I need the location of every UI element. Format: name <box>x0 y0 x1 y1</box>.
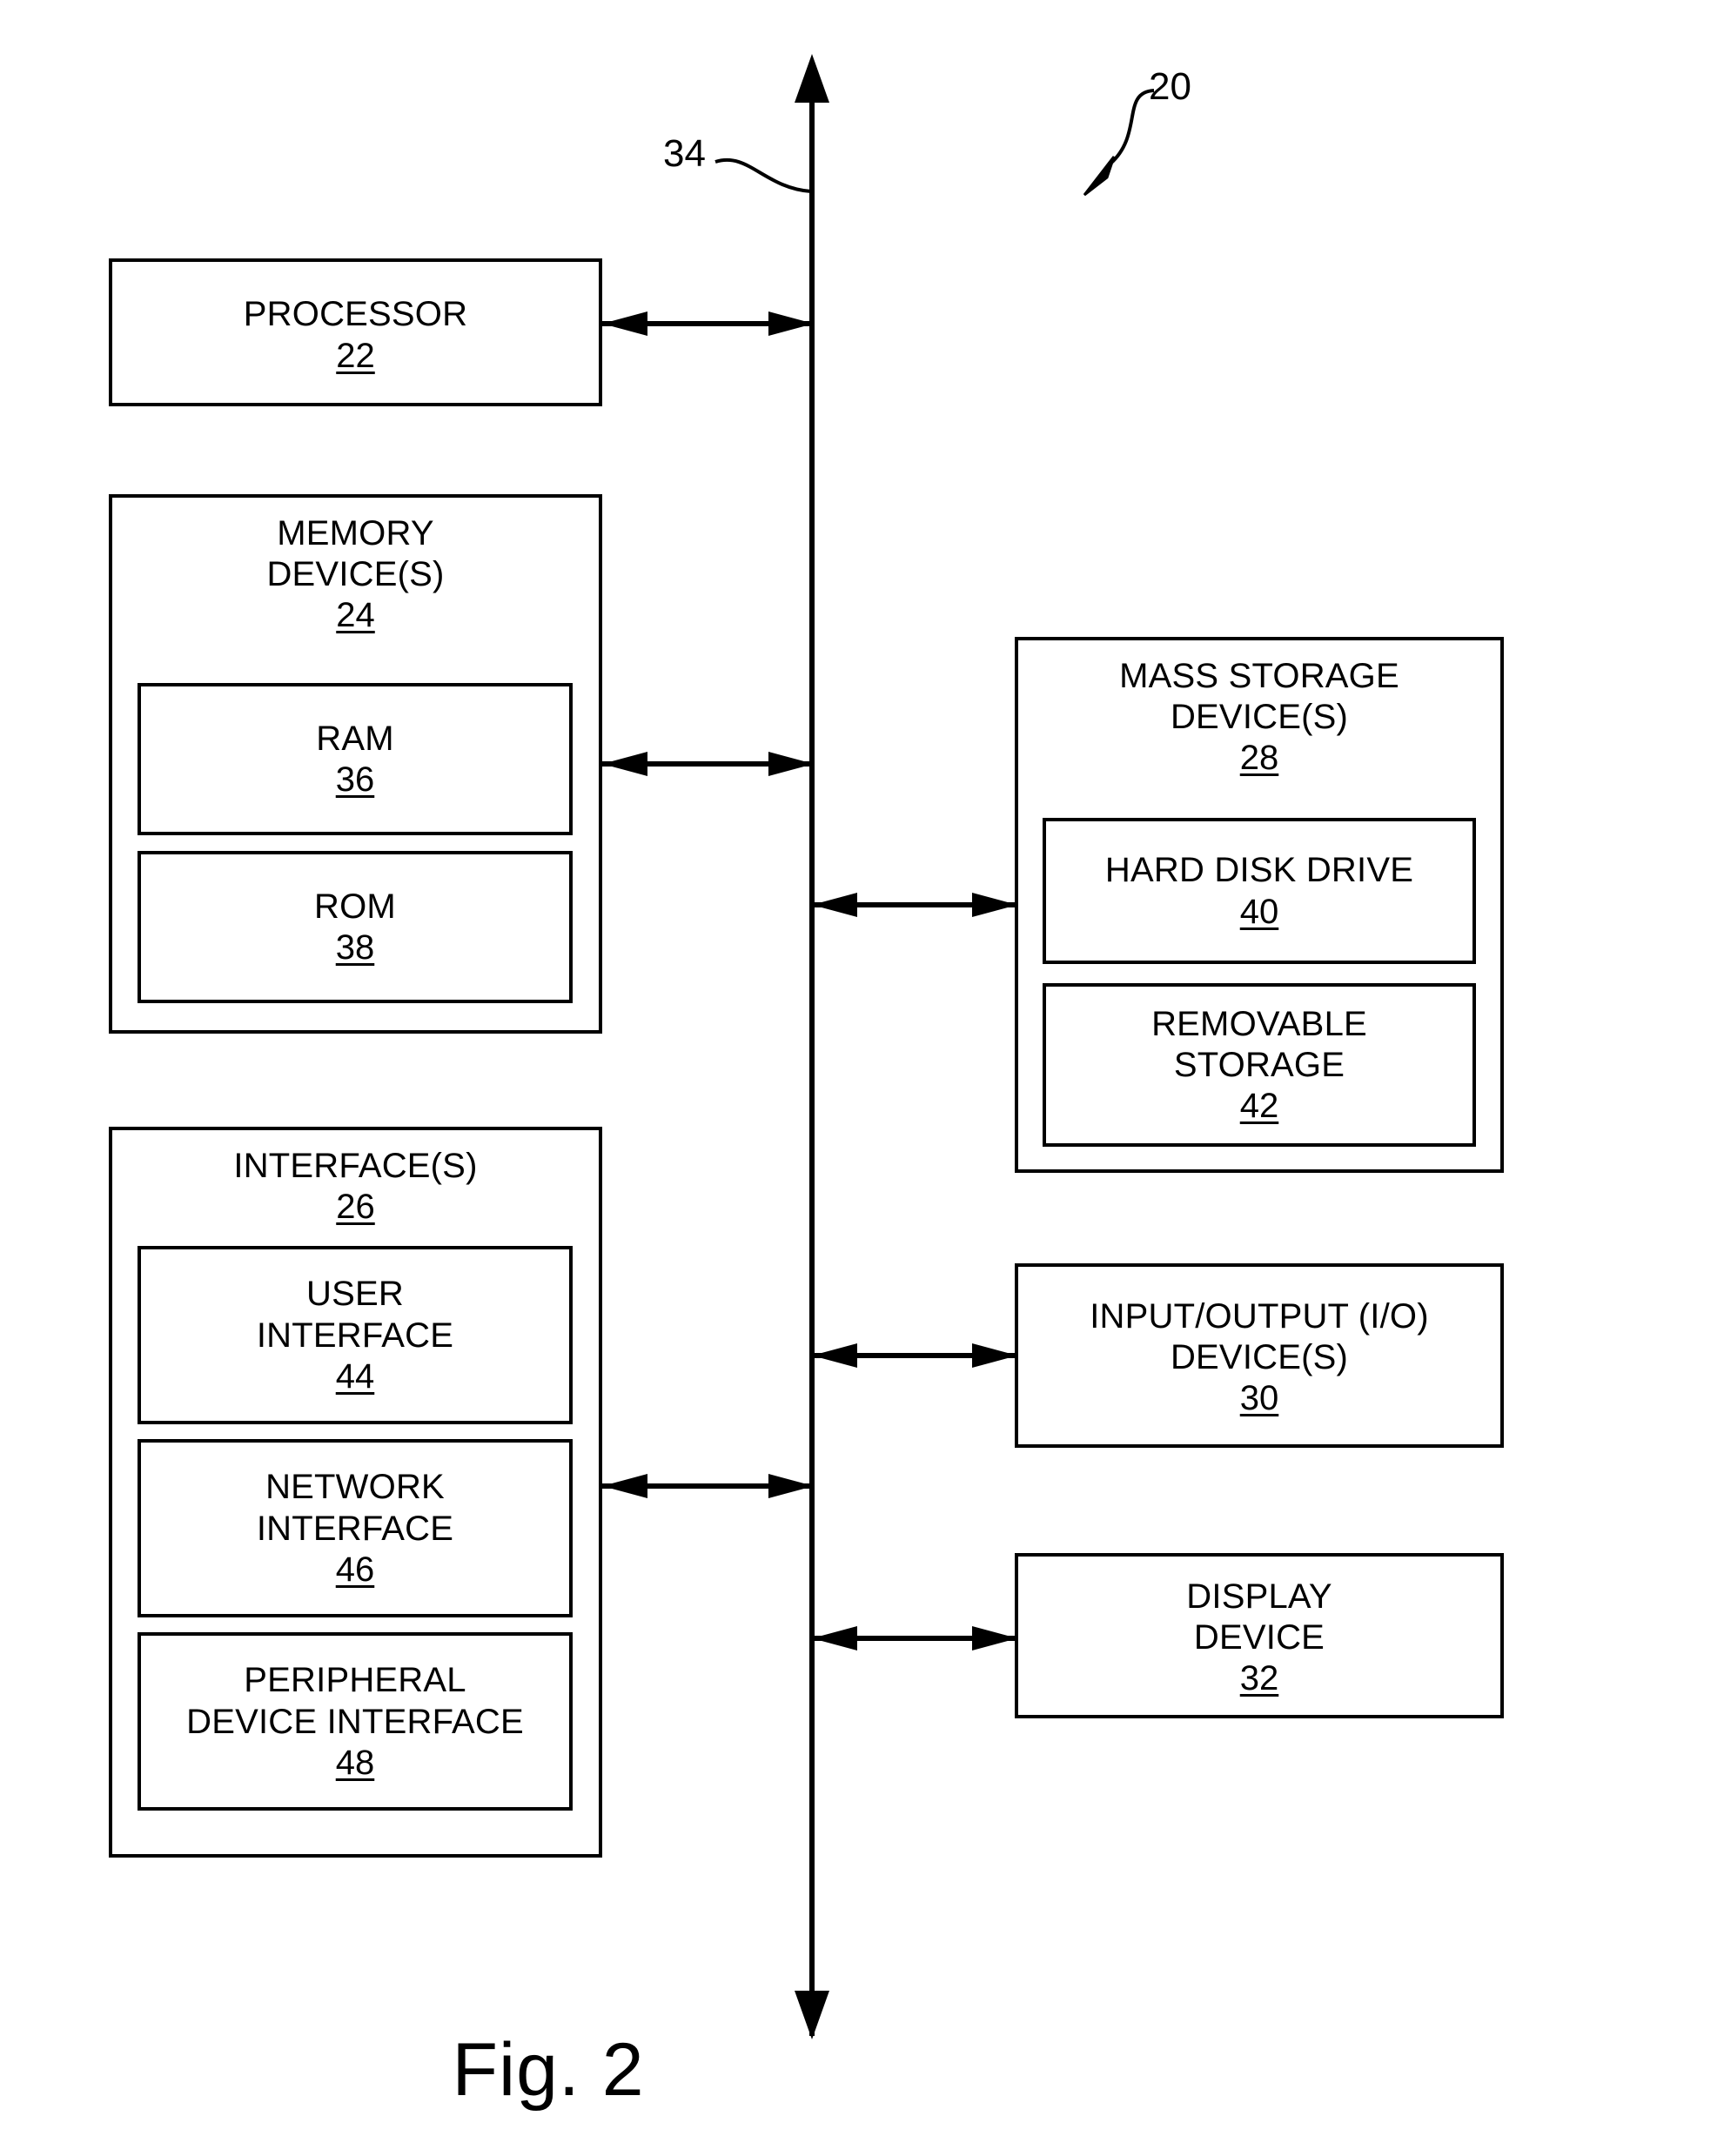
rom-block[interactable]: ROM 38 <box>138 851 573 1003</box>
arrowhead-right-icon <box>972 1343 1017 1368</box>
peripheral-device-interface-block[interactable]: PERIPHERAL DEVICE INTERFACE 48 <box>138 1632 573 1811</box>
processor-ref: 22 <box>336 336 375 375</box>
user-interface-ref: 44 <box>335 1356 375 1396</box>
arrowhead-left-icon <box>602 752 647 776</box>
arrowhead-left-icon <box>812 1626 857 1650</box>
display-device-block[interactable]: DISPLAY DEVICE 32 <box>1015 1553 1504 1718</box>
arrowhead-right-icon <box>768 752 814 776</box>
arrowhead-right-icon <box>768 311 814 336</box>
rom-title: ROM <box>314 887 396 926</box>
io-devices-block[interactable]: INPUT/OUTPUT (I/O) DEVICE(S) 30 <box>1015 1263 1504 1448</box>
hard-disk-drive-title: HARD DISK DRIVE <box>1104 851 1414 890</box>
interfaces-ref: 26 <box>336 1188 375 1227</box>
user-interface-title: USER INTERFACE <box>256 1275 454 1355</box>
network-interface-block[interactable]: NETWORK INTERFACE 46 <box>138 1439 573 1617</box>
ram-title: RAM <box>316 719 394 758</box>
peripheral-device-interface-ref: 48 <box>335 1743 375 1782</box>
display-device-title: DISPLAY DEVICE <box>1186 1577 1332 1657</box>
bus-leader-line <box>714 158 812 193</box>
interfaces-title: INTERFACE(S) <box>233 1147 478 1185</box>
interfaces-bus-connector <box>602 1474 814 1498</box>
display-device-ref: 32 <box>1239 1659 1279 1698</box>
memory-bus-connector <box>602 752 814 776</box>
processor-block[interactable]: PROCESSOR 22 <box>109 258 602 406</box>
arrowhead-right-icon <box>972 1626 1017 1650</box>
removable-storage-title: REMOVABLE STORAGE <box>1151 1004 1367 1084</box>
arrowhead-left-icon <box>602 311 647 336</box>
ram-block[interactable]: RAM 36 <box>138 683 573 835</box>
network-interface-ref: 46 <box>335 1550 375 1589</box>
system-leader-arrow <box>1083 89 1155 197</box>
arrowhead-right-icon <box>972 893 1017 917</box>
processor-title: PROCESSOR <box>243 295 468 334</box>
ram-ref: 36 <box>335 760 375 800</box>
bus-reference-label: 34 <box>663 132 706 175</box>
hard-disk-drive-block[interactable]: HARD DISK DRIVE 40 <box>1043 818 1476 964</box>
display-device-bus-connector <box>812 1626 1017 1650</box>
arrowhead-right-icon <box>768 1474 814 1498</box>
mass-storage-bus-connector <box>812 893 1017 917</box>
removable-storage-block[interactable]: REMOVABLE STORAGE 42 <box>1043 983 1476 1147</box>
figure-canvas: 34 20 PROCESSOR 22 MEMORY DEVICE(S) 24 R… <box>0 0 1724 2156</box>
io-devices-ref: 30 <box>1239 1379 1279 1418</box>
arrowhead-left-icon <box>812 1343 857 1368</box>
peripheral-device-interface-title: PERIPHERAL DEVICE INTERFACE <box>186 1661 524 1741</box>
rom-ref: 38 <box>335 928 375 968</box>
processor-bus-connector <box>602 311 814 336</box>
memory-devices-ref: 24 <box>336 596 375 635</box>
system-bus-line <box>809 83 815 2036</box>
user-interface-block[interactable]: USER INTERFACE 44 <box>138 1246 573 1424</box>
figure-caption: Fig. 2 <box>452 2028 645 2112</box>
mass-storage-ref: 28 <box>1239 739 1279 778</box>
network-interface-title: NETWORK INTERFACE <box>256 1468 454 1548</box>
io-devices-title: INPUT/OUTPUT (I/O) DEVICE(S) <box>1090 1296 1429 1376</box>
removable-storage-ref: 42 <box>1239 1087 1279 1126</box>
arrowhead-left-icon <box>812 893 857 917</box>
arrowhead-left-icon <box>602 1474 647 1498</box>
mass-storage-title: MASS STORAGE DEVICE(S) <box>1119 657 1399 737</box>
io-devices-bus-connector <box>812 1343 1017 1368</box>
hard-disk-drive-ref: 40 <box>1239 892 1279 931</box>
memory-devices-title: MEMORY DEVICE(S) <box>266 514 445 594</box>
